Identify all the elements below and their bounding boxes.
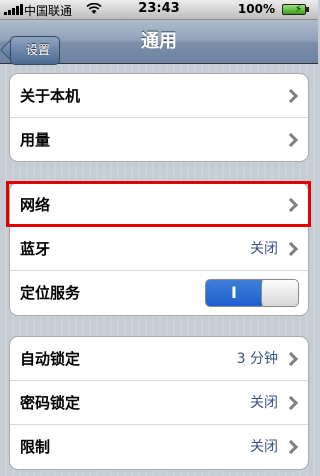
settings-group-lock: 自动锁定 3 分钟 密码锁定 关闭 限制 关闭 bbox=[9, 336, 309, 470]
chevron-right-icon bbox=[283, 351, 299, 367]
charging-icon: ⚡ bbox=[294, 4, 302, 15]
row-label: 限制 bbox=[20, 438, 51, 456]
row-network[interactable]: 网络 bbox=[10, 183, 308, 227]
chevron-right-icon bbox=[283, 132, 299, 148]
chevron-right-icon bbox=[283, 395, 299, 411]
row-value: 关闭 bbox=[250, 241, 278, 257]
row-label: 网络 bbox=[20, 196, 51, 214]
row-usage[interactable]: 用量 bbox=[10, 118, 308, 161]
chevron-right-icon bbox=[283, 241, 299, 257]
row-label: 自动锁定 bbox=[20, 350, 81, 368]
row-value: 关闭 bbox=[250, 439, 278, 455]
status-bar: 中国联通 23:43 100% ⚡ bbox=[0, 0, 318, 20]
row-location-services: 定位服务 I bbox=[10, 271, 308, 315]
row-label: 定位服务 bbox=[20, 284, 81, 302]
row-auto-lock[interactable]: 自动锁定 3 分钟 bbox=[10, 337, 308, 381]
back-button[interactable]: 设置 bbox=[10, 36, 60, 65]
battery-percentage: 100% bbox=[237, 2, 275, 16]
row-about[interactable]: 关于本机 bbox=[10, 74, 308, 118]
battery-tip bbox=[306, 7, 309, 12]
toggle-knob[interactable] bbox=[261, 280, 298, 306]
settings-group-about: 关于本机 用量 bbox=[9, 73, 309, 162]
row-restrictions[interactable]: 限制 关闭 bbox=[10, 425, 308, 469]
row-value: 关闭 bbox=[250, 395, 278, 411]
settings-group-network: 网络 蓝牙 关闭 定位服务 I bbox=[9, 182, 309, 316]
toggle-on-indicator: I bbox=[206, 280, 262, 306]
row-label: 用量 bbox=[20, 131, 51, 149]
chevron-right-icon bbox=[283, 88, 299, 104]
row-bluetooth[interactable]: 蓝牙 关闭 bbox=[10, 227, 308, 271]
row-label: 关于本机 bbox=[20, 87, 81, 105]
chevron-right-icon bbox=[283, 197, 299, 213]
row-passcode-lock[interactable]: 密码锁定 关闭 bbox=[10, 381, 308, 425]
row-value: 3 分钟 bbox=[236, 351, 278, 367]
location-services-toggle[interactable]: I bbox=[205, 279, 299, 307]
row-label: 密码锁定 bbox=[20, 394, 81, 412]
row-label: 蓝牙 bbox=[20, 240, 51, 258]
chevron-right-icon bbox=[283, 439, 299, 455]
